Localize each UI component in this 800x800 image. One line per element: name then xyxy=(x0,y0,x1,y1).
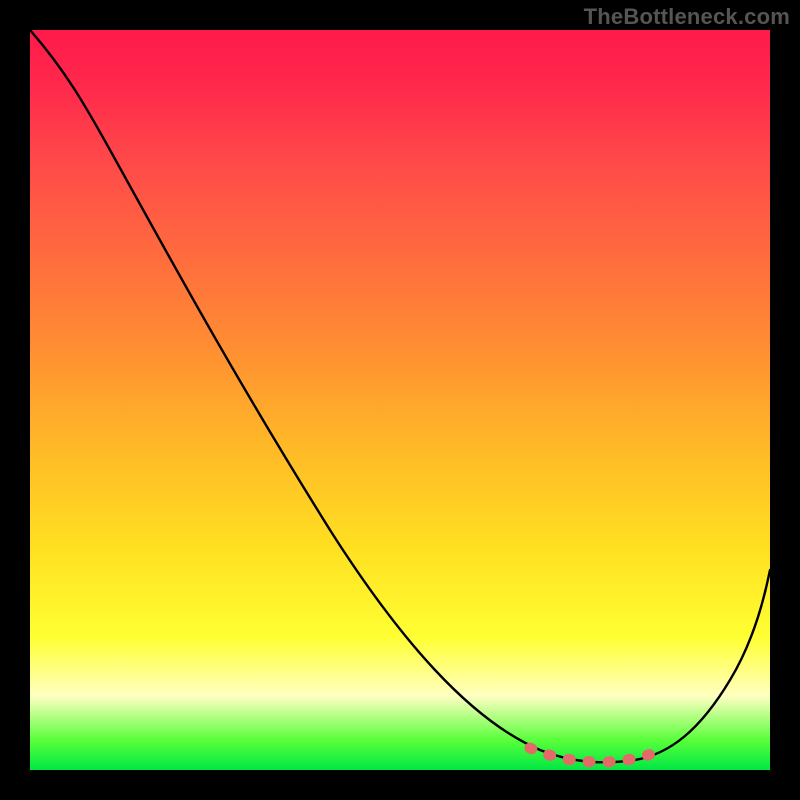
plot-area xyxy=(30,30,770,770)
black-curve xyxy=(30,30,770,762)
curve-svg xyxy=(30,30,770,770)
chart-frame: TheBottleneck.com xyxy=(0,0,800,800)
red-dotted-floor-curve xyxy=(530,748,662,762)
watermark-text: TheBottleneck.com xyxy=(584,4,790,30)
